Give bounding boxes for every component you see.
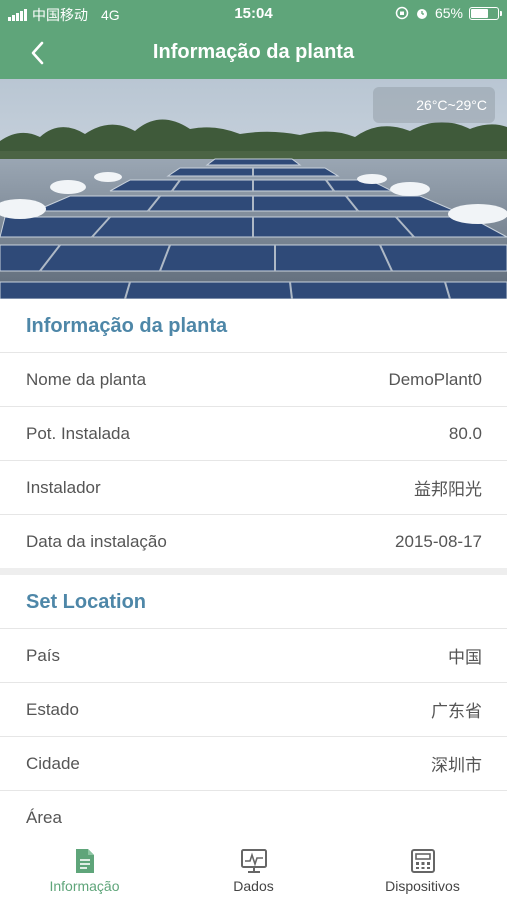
battery-icon [469,6,502,20]
location-row-city[interactable]: Cidade 深圳市 [0,737,507,791]
alarm-icon [416,9,427,19]
battery-fill [471,8,488,18]
location-row-area[interactable]: Área [0,791,507,845]
row-label: Cidade [26,753,80,773]
row-label: Instalador [26,477,101,497]
status-right: 65% [395,5,502,21]
plant-photo: 26°C~29°C [0,79,507,299]
section-header: Set Location [0,575,507,629]
temperature-badge: 26°C~29°C [373,87,495,123]
row-label: Pot. Instalada [26,423,130,443]
section-header: Informação da planta [0,299,507,353]
row-label: Estado [26,699,79,719]
tab-label: Dados [233,878,274,894]
location-row-country[interactable]: País 中国 [0,629,507,683]
tab-informacao[interactable]: Informação [0,842,169,900]
plant-info-section: Informação da planta Nome da planta Demo… [0,299,507,569]
row-value: 益邦阳光 [414,480,482,499]
info-row-plant-name: Nome da planta DemoPlant0 [0,353,507,407]
location-row-state[interactable]: Estado 广东省 [0,683,507,737]
nav-bar: Informação da planta [0,28,507,79]
row-label: País [26,645,61,665]
device-icon [410,849,435,873]
location-section: Set Location País 中国 Estado 广东省 Cidade 深… [0,575,507,845]
row-value: 广东省 [431,702,482,721]
tab-label: Informação [49,878,120,894]
tab-dados[interactable]: Dados [169,842,338,900]
row-label: Nome da planta [26,369,147,389]
status-bar: 中国移动 4G 15:04 65% [0,0,507,28]
info-row-installer: Instalador 益邦阳光 [0,461,507,515]
tab-bar: Informação Dados Dispositivos [0,842,507,900]
row-label: Data da instalação [26,532,167,551]
document-icon [75,849,94,873]
tab-label: Dispositivos [385,878,460,894]
row-value: 中国 [448,648,482,667]
monitor-chart-icon [240,849,267,873]
row-value: 深圳市 [431,756,482,775]
section-divider [0,568,507,575]
info-row-installed-power: Pot. Instalada 80.0 [0,407,507,461]
info-row-install-date: Data da instalação 2015-08-17 [0,515,507,569]
row-value: DemoPlant0 [388,369,482,389]
page-title: Informação da planta [152,41,355,63]
row-value: 80.0 [448,423,482,443]
orientation-lock-icon [395,6,409,20]
battery-percent: 65% [434,5,463,21]
row-label: Área [26,808,62,827]
tab-dispositivos[interactable]: Dispositivos [338,842,507,900]
row-value: 2015-08-17 [395,532,482,551]
top-bar: 中国移动 4G 15:04 65% Informação da planta [0,0,507,79]
